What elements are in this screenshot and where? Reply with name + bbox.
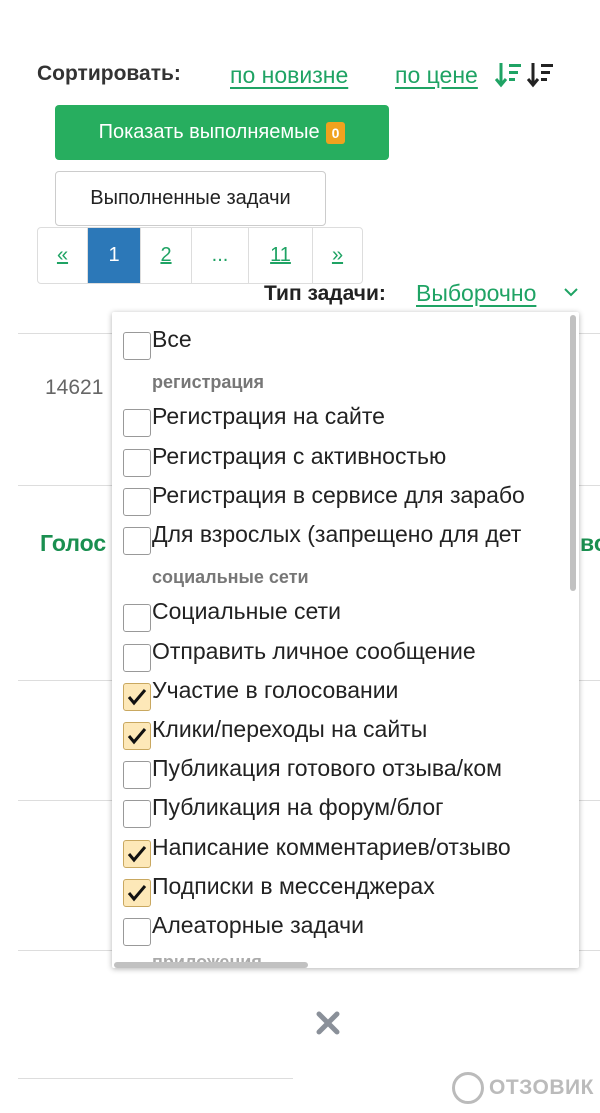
option-all[interactable]: Все: [112, 312, 579, 360]
option-label: Отправить личное сообщение: [152, 638, 476, 664]
option-label: Для взрослых (запрещено для дет: [152, 521, 522, 547]
option-item[interactable]: Для взрослых (запрещено для дет: [112, 507, 579, 555]
task-type-select[interactable]: Выборочно: [416, 280, 536, 307]
completed-tasks-label: Выполненные задачи: [90, 187, 291, 209]
option-item[interactable]: Регистрация в сервисе для зарабо: [112, 468, 579, 516]
watermark-logo-icon: [452, 1072, 484, 1104]
option-item[interactable]: Отправить личное сообщение: [112, 624, 579, 672]
pagination-ellipsis: ...: [192, 228, 249, 283]
option-label: Подписки в мессенджерах: [152, 873, 435, 899]
close-icon[interactable]: [313, 1008, 343, 1038]
option-label: Публикация на форум/блог: [152, 794, 444, 820]
completed-tasks-button[interactable]: Выполненные задачи: [55, 171, 326, 226]
pagination-next[interactable]: »: [313, 228, 362, 283]
task-type-dropdown[interactable]: Все регистрация Регистрация на сайте Рег…: [112, 312, 579, 968]
sort-by-price-link[interactable]: по цене: [395, 62, 478, 89]
pagination-page-11[interactable]: 11: [249, 228, 313, 283]
task-number: 14621: [45, 376, 104, 399]
watermark-text: ОТЗОВИК: [489, 1076, 594, 1099]
sort-descending-icon[interactable]: [527, 60, 555, 90]
show-in-progress-label: Показать выполняемые: [98, 121, 320, 143]
horizontal-scrollbar[interactable]: [114, 962, 308, 968]
option-label: Регистрация на сайте: [152, 403, 385, 429]
pagination: « 1 2 ... 11 »: [37, 227, 363, 284]
option-item[interactable]: Публикация готового отзыва/ком: [112, 741, 579, 789]
task-type-label: Тип задачи:: [264, 282, 386, 305]
pagination-page-2[interactable]: 2: [141, 228, 192, 283]
vertical-scrollbar[interactable]: [570, 315, 576, 591]
checkbox[interactable]: [123, 527, 151, 555]
option-label: Участие в голосовании: [152, 677, 399, 703]
in-progress-count-badge: 0: [325, 121, 346, 144]
option-label: Алеаторные задачи: [152, 912, 364, 938]
sort-label: Сортировать:: [37, 62, 181, 85]
option-label: Регистрация с активностью: [152, 443, 447, 469]
option-label: Написание комментариев/отзыво: [152, 834, 511, 860]
option-label: Социальные сети: [152, 598, 341, 624]
option-item[interactable]: Подписки в мессенджерах: [112, 859, 579, 907]
option-item[interactable]: Алеаторные задачи: [112, 898, 579, 946]
watermark: ОТЗОВИК: [452, 1070, 597, 1106]
option-item[interactable]: Публикация на форум/блог: [112, 780, 579, 828]
checkbox[interactable]: [123, 332, 151, 360]
task-title-fragment: во: [580, 530, 600, 556]
option-label: Регистрация в сервисе для зарабо: [152, 482, 525, 508]
option-item[interactable]: Участие в голосовании: [112, 663, 579, 711]
option-item[interactable]: Написание комментариев/отзыво: [112, 820, 579, 868]
show-in-progress-button[interactable]: Показать выполняемые 0: [55, 105, 389, 160]
pagination-prev[interactable]: «: [38, 228, 88, 283]
option-item[interactable]: Социальные сети: [112, 584, 579, 632]
option-label: Все: [152, 326, 192, 352]
option-item[interactable]: Клики/переходы на сайты: [112, 702, 579, 750]
option-item[interactable]: Регистрация на сайте: [112, 389, 579, 437]
task-title[interactable]: Голос: [40, 530, 106, 557]
sort-by-newness-link[interactable]: по новизне: [230, 62, 348, 89]
divider: [18, 1078, 293, 1079]
option-label: Публикация готового отзыва/ком: [152, 755, 502, 781]
checkbox[interactable]: [123, 918, 151, 946]
sort-ascending-icon[interactable]: [495, 60, 523, 90]
pagination-page-1[interactable]: 1: [88, 228, 141, 283]
option-label: Клики/переходы на сайты: [152, 716, 428, 742]
chevron-down-icon[interactable]: [563, 282, 579, 302]
option-item[interactable]: Регистрация с активностью: [112, 429, 579, 477]
